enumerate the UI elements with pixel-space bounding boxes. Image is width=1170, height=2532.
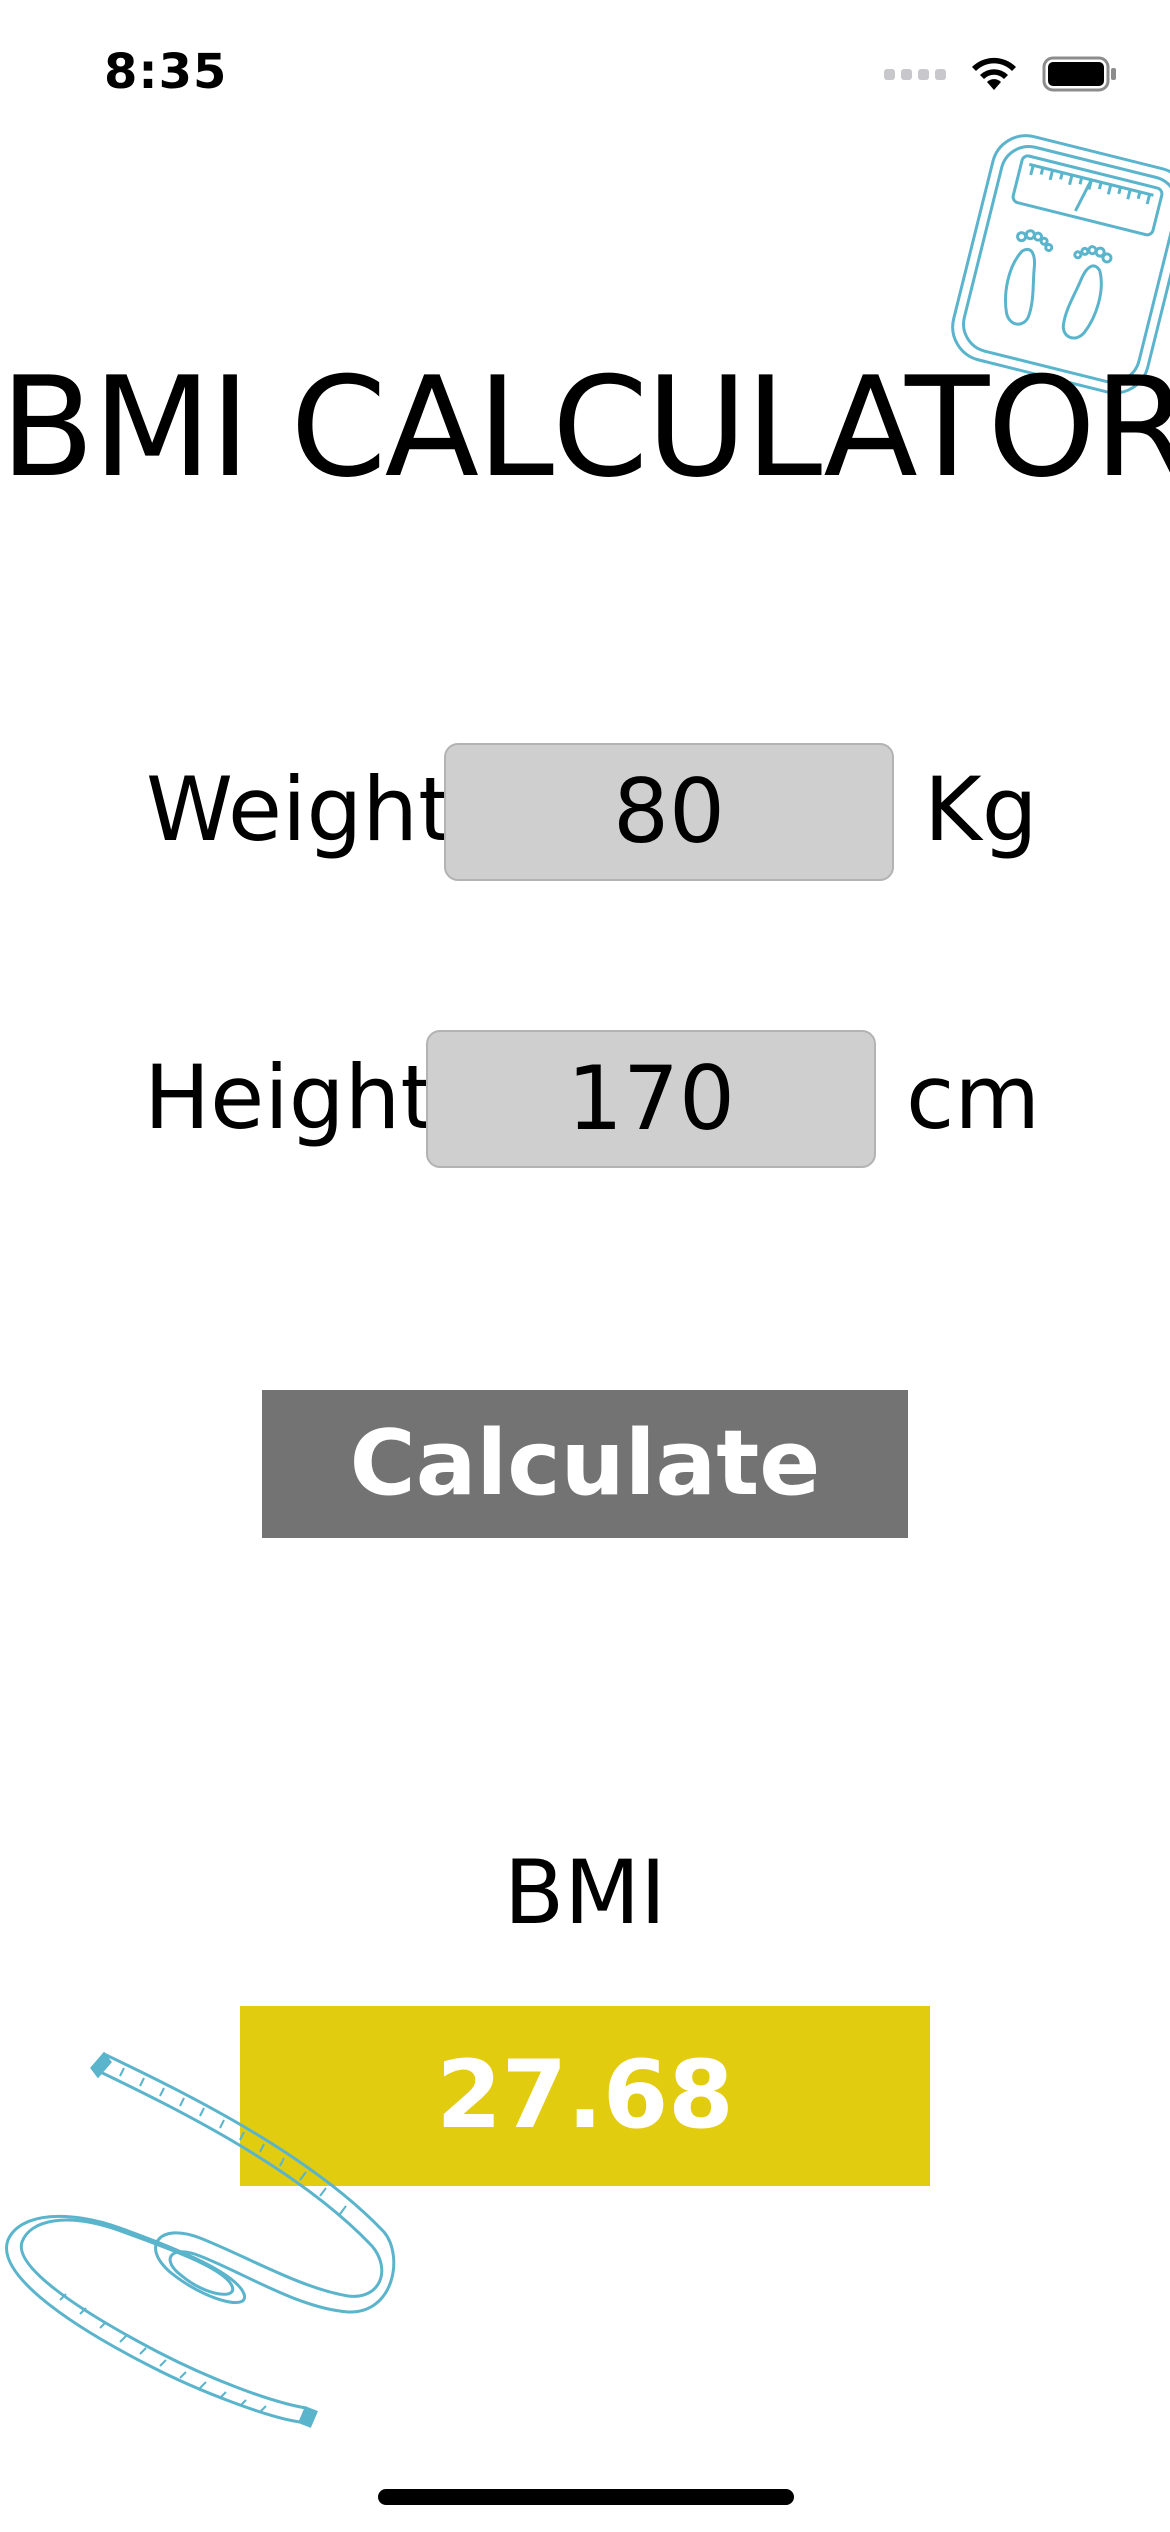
weight-input[interactable]: 80 <box>444 743 894 881</box>
battery-icon <box>1042 56 1116 92</box>
status-icons <box>884 50 1118 98</box>
bmi-label: BMI <box>503 1841 667 1944</box>
height-label: Height <box>144 1046 435 1149</box>
calculate-button[interactable]: Calculate <box>262 1390 908 1538</box>
home-indicator[interactable] <box>378 2489 794 2505</box>
measuring-tape-icon <box>5 2051 396 2428</box>
status-time: 8:35 <box>104 44 228 100</box>
cellular-signal-icon <box>884 68 946 80</box>
height-unit: cm <box>906 1046 1041 1149</box>
height-input[interactable]: 170 <box>426 1030 876 1168</box>
wifi-icon <box>972 57 1016 90</box>
weight-label: Weight <box>146 758 453 861</box>
page-title: BMI CALCULATOR <box>0 347 1170 508</box>
weight-unit: Kg <box>924 758 1038 861</box>
